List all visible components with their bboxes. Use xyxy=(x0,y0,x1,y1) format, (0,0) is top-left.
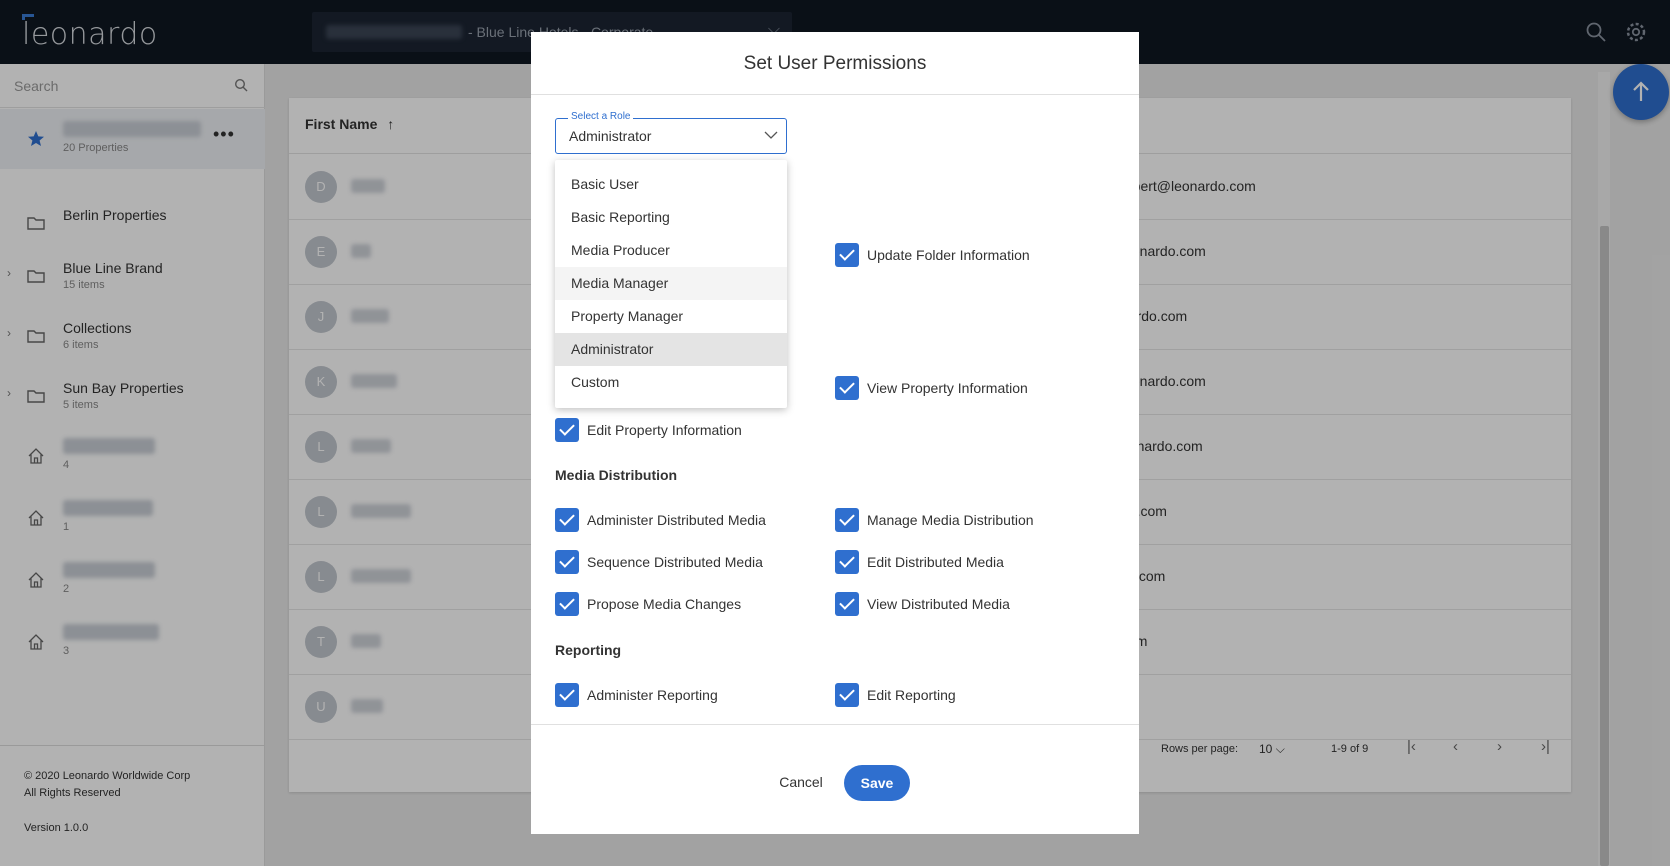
role-option[interactable]: Property Manager xyxy=(555,300,787,333)
section-media-distribution: Media Distribution xyxy=(555,467,678,483)
perm-label: Administer Distributed Media xyxy=(587,512,766,528)
role-option[interactable]: Media Manager xyxy=(555,267,787,300)
cancel-button[interactable]: Cancel xyxy=(771,765,831,799)
role-option-selected[interactable]: Administrator xyxy=(555,333,787,366)
role-option[interactable]: Custom xyxy=(555,366,787,399)
dialog-title: Set User Permissions xyxy=(531,32,1139,95)
save-button[interactable]: Save xyxy=(844,765,910,801)
perm-label: Update Folder Information xyxy=(867,247,1030,263)
role-select[interactable]: Select a Role Administrator xyxy=(555,111,787,154)
checkbox-checked[interactable] xyxy=(835,683,859,707)
role-option[interactable]: Media Producer xyxy=(555,234,787,267)
chevron-down-icon xyxy=(764,131,778,139)
role-option[interactable]: Basic User xyxy=(555,168,787,201)
perm-admin-reporting[interactable]: Administer Reporting xyxy=(555,683,718,707)
checkbox-checked[interactable] xyxy=(555,550,579,574)
checkbox-checked[interactable] xyxy=(835,376,859,400)
checkbox-checked[interactable] xyxy=(555,418,579,442)
perm-update-folder[interactable]: Update Folder Information xyxy=(835,243,1030,267)
checkbox-checked[interactable] xyxy=(555,683,579,707)
section-reporting: Reporting xyxy=(555,642,622,658)
perm-admin-dist[interactable]: Administer Distributed Media xyxy=(555,508,766,532)
role-select-label: Select a Role xyxy=(568,111,634,122)
perm-label: Edit Reporting xyxy=(867,687,956,703)
perm-view-dist[interactable]: View Distributed Media xyxy=(835,592,1010,616)
perm-seq-dist[interactable]: Sequence Distributed Media xyxy=(555,550,763,574)
perm-label: Manage Media Distribution xyxy=(867,512,1034,528)
role-select-value: Administrator xyxy=(569,128,652,144)
dialog-footer: Cancel Save xyxy=(531,724,1139,834)
perm-label: View Distributed Media xyxy=(867,596,1010,612)
checkbox-checked[interactable] xyxy=(555,592,579,616)
perm-view-property[interactable]: View Property Information xyxy=(835,376,1028,400)
checkbox-checked[interactable] xyxy=(835,243,859,267)
perm-edit-reporting[interactable]: Edit Reporting xyxy=(835,683,956,707)
perm-label: View Property Information xyxy=(867,380,1028,396)
perm-label: Administer Reporting xyxy=(587,687,718,703)
perm-label: Edit Distributed Media xyxy=(867,554,1004,570)
checkbox-checked[interactable] xyxy=(835,508,859,532)
perm-edit-property[interactable]: Edit Property Information xyxy=(555,418,742,442)
checkbox-checked[interactable] xyxy=(555,508,579,532)
perm-manage-dist[interactable]: Manage Media Distribution xyxy=(835,508,1034,532)
role-dropdown-menu: Basic User Basic Reporting Media Produce… xyxy=(555,160,787,408)
perm-propose[interactable]: Propose Media Changes xyxy=(555,592,741,616)
perm-edit-dist[interactable]: Edit Distributed Media xyxy=(835,550,1004,574)
set-permissions-dialog: Set User Permissions Update Folder Infor… xyxy=(531,32,1139,834)
perm-label: Edit Property Information xyxy=(587,422,742,438)
perm-label: Propose Media Changes xyxy=(587,596,742,612)
checkbox-checked[interactable] xyxy=(835,550,859,574)
perm-label: Sequence Distributed Media xyxy=(587,554,763,570)
role-option[interactable]: Basic Reporting xyxy=(555,201,787,234)
checkbox-checked[interactable] xyxy=(835,592,859,616)
